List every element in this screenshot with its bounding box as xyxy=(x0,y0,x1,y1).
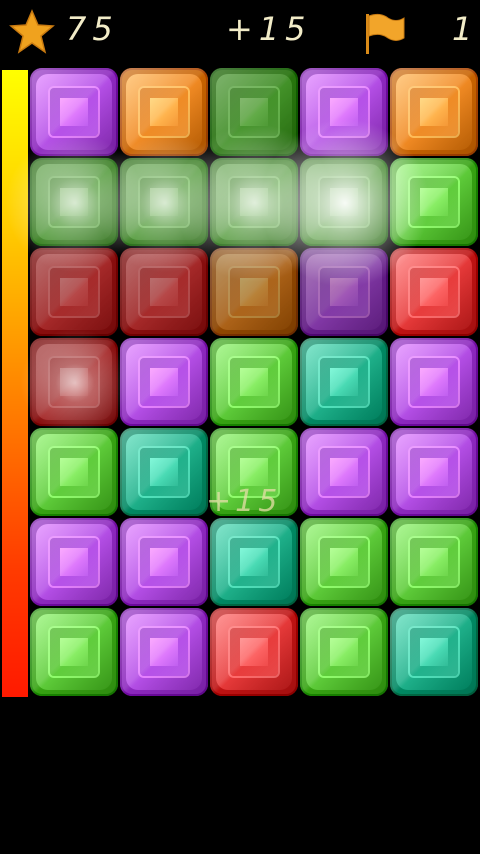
gem-green[interactable] xyxy=(300,518,388,606)
gem-purple[interactable] xyxy=(120,338,208,426)
level-value: 1 xyxy=(452,10,479,48)
gem-shine xyxy=(390,248,478,336)
gem-shine xyxy=(30,68,118,156)
gem-orange[interactable] xyxy=(120,68,208,156)
gem-purple[interactable] xyxy=(30,68,118,156)
gem-green[interactable] xyxy=(30,608,118,696)
gem-shine xyxy=(120,428,208,516)
gem-green[interactable] xyxy=(210,158,298,246)
gem-shine xyxy=(120,518,208,606)
gem-shine xyxy=(210,608,298,696)
gem-purple[interactable] xyxy=(390,338,478,426)
gem-green[interactable] xyxy=(30,158,118,246)
gem-shine xyxy=(30,518,118,606)
gem-green[interactable] xyxy=(120,158,208,246)
gem-shine xyxy=(120,608,208,696)
gem-shine xyxy=(210,248,298,336)
gem-shine xyxy=(30,248,118,336)
gem-shine xyxy=(300,518,388,606)
gem-shine xyxy=(30,428,118,516)
gem-shine xyxy=(120,158,208,246)
gem-shine xyxy=(390,428,478,516)
gem-green[interactable] xyxy=(30,428,118,516)
gem-green[interactable] xyxy=(300,158,388,246)
gem-shine xyxy=(390,518,478,606)
star-icon xyxy=(9,9,55,54)
gem-green[interactable] xyxy=(300,608,388,696)
floating-score: +15 xyxy=(206,484,282,519)
gem-green[interactable] xyxy=(390,158,478,246)
gem-shine xyxy=(390,338,478,426)
gem-shine xyxy=(210,68,298,156)
flag-icon xyxy=(366,13,405,54)
gem-shine xyxy=(300,68,388,156)
gem-shine xyxy=(210,338,298,426)
bonus-value: +15 xyxy=(226,10,312,48)
gem-shine xyxy=(30,338,118,426)
gem-green[interactable] xyxy=(210,68,298,156)
gem-teal[interactable] xyxy=(120,428,208,516)
gem-shine xyxy=(300,338,388,426)
gem-shine xyxy=(300,248,388,336)
gem-shine xyxy=(390,608,478,696)
gem-purple[interactable] xyxy=(300,428,388,516)
gem-purple[interactable] xyxy=(120,518,208,606)
gem-purple[interactable] xyxy=(30,518,118,606)
gem-shine xyxy=(210,518,298,606)
gem-shine xyxy=(120,68,208,156)
gem-orange[interactable] xyxy=(390,68,478,156)
gem-red[interactable] xyxy=(30,248,118,336)
gem-board xyxy=(5,68,480,698)
gem-teal[interactable] xyxy=(300,338,388,426)
gem-red[interactable] xyxy=(390,248,478,336)
gem-shine xyxy=(30,158,118,246)
gem-shine xyxy=(300,608,388,696)
gem-shine xyxy=(120,338,208,426)
gem-purple[interactable] xyxy=(120,608,208,696)
gem-shine xyxy=(300,428,388,516)
gem-shine xyxy=(390,68,478,156)
gem-purple[interactable] xyxy=(300,248,388,336)
gem-shine xyxy=(300,158,388,246)
gem-green[interactable] xyxy=(390,518,478,606)
gem-red[interactable] xyxy=(120,248,208,336)
gem-shine xyxy=(390,158,478,246)
gem-red[interactable] xyxy=(30,338,118,426)
gem-teal[interactable] xyxy=(210,518,298,606)
gem-shine xyxy=(30,608,118,696)
gem-shine xyxy=(120,248,208,336)
score-value: 75 xyxy=(66,10,119,48)
hud-bar: 75 +15 1 xyxy=(0,0,480,64)
gem-shine xyxy=(210,158,298,246)
gem-red[interactable] xyxy=(210,608,298,696)
gem-purple[interactable] xyxy=(390,428,478,516)
gem-purple[interactable] xyxy=(300,68,388,156)
gem-green[interactable] xyxy=(210,338,298,426)
gem-teal[interactable] xyxy=(390,608,478,696)
time-meter xyxy=(2,70,28,697)
gem-orange[interactable] xyxy=(210,248,298,336)
